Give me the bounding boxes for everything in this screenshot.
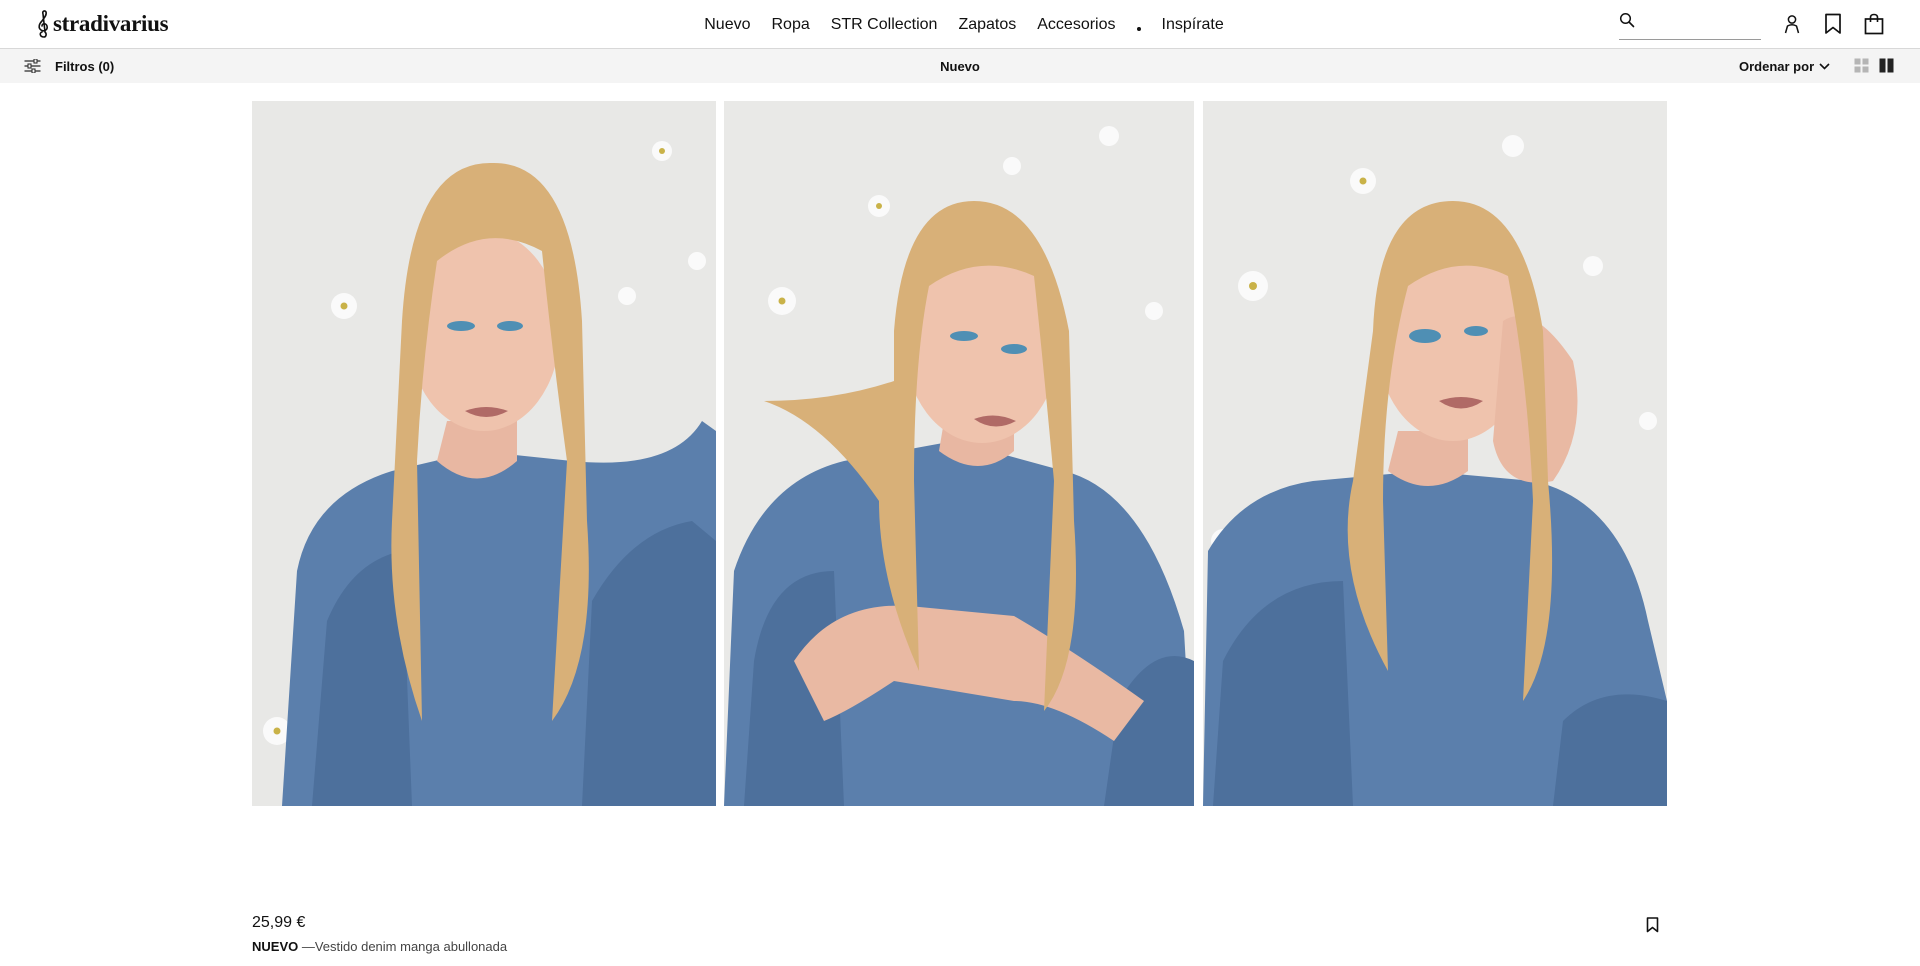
- account-button[interactable]: [1780, 12, 1804, 36]
- shopping-bag-icon: [1864, 13, 1884, 35]
- wishlist-button[interactable]: [1821, 12, 1845, 36]
- save-to-wishlist-button[interactable]: [1642, 914, 1662, 936]
- nav-separator-dot: [1136, 26, 1141, 31]
- nav-item-inspirate[interactable]: Inspírate: [1162, 16, 1224, 34]
- nav-item-accesorios[interactable]: Accesorios: [1037, 16, 1115, 34]
- grid-two-icon: [1879, 58, 1894, 73]
- listing-toolbar: Filtros (0) Nuevo Ordenar por: [0, 49, 1920, 83]
- product-price: 25,99 €: [252, 914, 306, 931]
- treble-clef-icon: [38, 10, 48, 38]
- model-photo-image: [724, 101, 1194, 806]
- model-photo-image: [252, 101, 716, 806]
- model-photo-image: [1203, 101, 1667, 806]
- chevron-down-icon: [1819, 62, 1830, 70]
- brand-logo[interactable]: stradivarius: [36, 8, 169, 40]
- search-box[interactable]: [1619, 10, 1761, 40]
- category-title: Nuevo: [940, 58, 980, 74]
- product-photo-2[interactable]: [724, 101, 1194, 806]
- product-name: —Vestido denim manga abullonada: [298, 939, 508, 954]
- product-photo-1[interactable]: [252, 101, 716, 806]
- site-header: stradivarius Nuevo Ropa STR Collection Z…: [0, 0, 1920, 49]
- filters-label: Filtros (0): [55, 58, 115, 74]
- product-photo-3[interactable]: [1203, 101, 1667, 806]
- search-input[interactable]: [1641, 10, 1759, 38]
- search-icon: [1619, 12, 1635, 28]
- new-badge: NUEVO: [252, 939, 299, 954]
- sort-label: Ordenar por: [1739, 58, 1815, 74]
- sort-dropdown[interactable]: Ordenar por: [1739, 49, 1830, 83]
- nav-item-str-collection[interactable]: STR Collection: [831, 16, 938, 34]
- grid-small-view-button[interactable]: [1854, 58, 1869, 73]
- brand-name: stradivarius: [53, 11, 169, 36]
- sliders-icon: [24, 59, 41, 73]
- cart-button[interactable]: [1862, 12, 1886, 36]
- nav-item-zapatos[interactable]: Zapatos: [958, 16, 1016, 34]
- product-description[interactable]: NUEVO —Vestido denim manga abullonada: [252, 939, 507, 954]
- bookmark-icon: [1825, 13, 1841, 34]
- grid-large-view-button[interactable]: [1879, 58, 1894, 73]
- grid-four-icon: [1854, 58, 1869, 73]
- nav-item-ropa[interactable]: Ropa: [771, 16, 809, 34]
- user-icon: [1784, 15, 1800, 34]
- bookmark-icon: [1646, 917, 1658, 933]
- nav-item-nuevo[interactable]: Nuevo: [704, 16, 750, 34]
- filters-button[interactable]: Filtros (0): [24, 49, 114, 83]
